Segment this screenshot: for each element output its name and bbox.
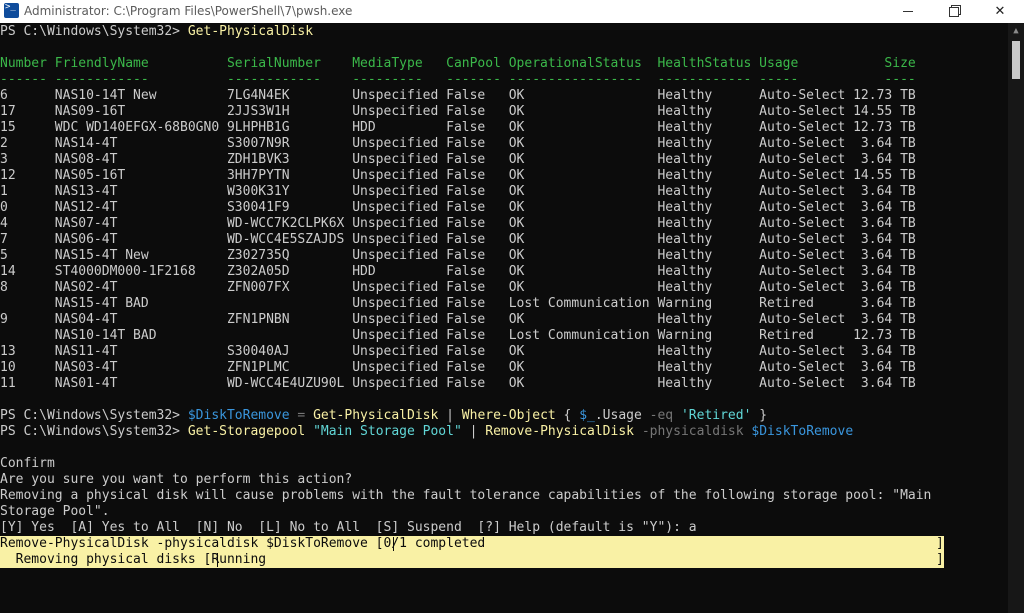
table-row: 17 NAS09-16T 2JJS3W1H Unspecified False …	[0, 104, 916, 119]
progress-activity: Remove-PhysicalDisk -physicaldisk $DiskT…	[0, 536, 384, 551]
confirm-options: [Y] Yes [A] Yes to All [N] No [L] No to …	[0, 520, 697, 535]
table-row: 4 NAS07-4T WD-WCC7K2CLPK6X Unspecified F…	[0, 216, 916, 231]
confirm-message: Removing a physical disk will cause prob…	[0, 488, 932, 503]
console-output[interactable]: PS C:\Windows\System32> Get-PhysicalDisk…	[0, 23, 1008, 613]
command: Get-PhysicalDisk	[187, 24, 314, 39]
confirm-question: Are you sure you want to perform this ac…	[0, 472, 353, 487]
command: Where-Object	[461, 408, 556, 423]
table-row: 3 NAS08-4T ZDH1BVK3 Unspecified False OK…	[0, 152, 916, 167]
variable: $DiskToRemove	[743, 424, 854, 439]
progress-bar: Remove-PhysicalDisk -physicaldisk $DiskT…	[0, 536, 944, 568]
cursor	[393, 537, 394, 551]
table-row: NAS15-4T BAD Unspecified False Lost Comm…	[0, 296, 916, 311]
pipe: |	[461, 424, 486, 439]
table-row: 6 NAS10-14T New 7LG4N4EK Unspecified Fal…	[0, 88, 916, 103]
prompt: PS C:\Windows\System32>	[0, 424, 188, 439]
table-row: 9 NAS04-4T ZFN1PNBN Unspecified False OK…	[0, 312, 916, 327]
variable: $DiskToRemove	[187, 408, 290, 423]
table-row: 8 NAS02-4T ZFN007FX Unspecified False OK…	[0, 280, 916, 295]
progress-line-1: Remove-PhysicalDisk -physicaldisk $DiskT…	[0, 536, 485, 552]
progress-line-2: Removing physical disks [Running	[0, 552, 266, 568]
command: Remove-PhysicalDisk	[485, 424, 634, 439]
table-row: 10 NAS03-4T ZFN1PLMC Unspecified False O…	[0, 360, 916, 375]
vertical-scrollbar[interactable]: ▲	[1008, 23, 1024, 613]
string-literal: 'Retired'	[673, 408, 752, 423]
brace: {	[555, 408, 580, 423]
string-literal: "Main Storage Pool"	[305, 424, 462, 439]
table-header: Number FriendlyName SerialNumber MediaTy…	[0, 56, 916, 71]
table-row: 14 ST4000DM000-1F2168 Z302A05D HDD False…	[0, 264, 916, 279]
progress-activity: Removing physical disks [	[0, 552, 212, 567]
progress-status: Running	[211, 552, 267, 567]
confirm-title: Confirm	[0, 456, 55, 471]
table-row: 12 NAS05-16T 3HH7PYTN Unspecified False …	[0, 168, 916, 183]
confirm-message: Storage Pool".	[0, 504, 110, 519]
table-row: NAS10-14T BAD Unspecified False Lost Com…	[0, 328, 916, 343]
scroll-up-icon[interactable]: ▲	[1008, 23, 1024, 39]
table-row: 0 NAS12-4T S30041F9 Unspecified False OK…	[0, 200, 916, 215]
maximize-icon	[949, 6, 959, 17]
brace: }	[751, 408, 768, 423]
prompt-line-1: PS C:\Windows\System32> Get-PhysicalDisk	[0, 24, 313, 40]
operator: =	[289, 408, 314, 423]
table-row: 11 NAS01-4T WD-WCC4E4UZU90L Unspecified …	[0, 376, 916, 391]
prompt-line-2: PS C:\Windows\System32> $DiskToRemove = …	[0, 408, 767, 424]
property: .Usage	[594, 408, 650, 423]
table-row: 7 NAS06-4T WD-WCC4E5SZAJDS Unspecified F…	[0, 232, 916, 247]
maximize-button[interactable]	[931, 0, 977, 23]
table-row: 13 NAS11-4T S30040AJ Unspecified False O…	[0, 344, 916, 359]
minimize-icon	[903, 11, 913, 12]
title-bar: Administrator: C:\Program Files\PowerShe…	[0, 0, 1024, 23]
progress-status: 0/1 completed	[383, 536, 486, 551]
table-row: 1 NAS13-4T W300K31Y Unspecified False OK…	[0, 184, 916, 199]
prompt: PS C:\Windows\System32>	[0, 408, 188, 423]
command: Get-PhysicalDisk	[313, 408, 439, 423]
table-row: 5 NAS15-4T New Z302735Q Unspecified Fals…	[0, 248, 916, 263]
parameter: -physicaldisk	[634, 424, 744, 439]
scrollbar-thumb[interactable]	[1012, 41, 1020, 79]
variable: $_	[579, 408, 595, 423]
table-header-underline: ------ ------------ ------------ -------…	[0, 72, 916, 87]
prompt: PS C:\Windows\System32>	[0, 24, 188, 39]
prompt-line-3: PS C:\Windows\System32> Get-Storagepool …	[0, 424, 853, 440]
pipe: |	[438, 408, 462, 423]
window-title: Administrator: C:\Program Files\PowerShe…	[24, 4, 353, 18]
close-button[interactable]: ✕	[977, 0, 1023, 23]
command: Get-Storagepool	[187, 424, 306, 439]
powershell-icon	[4, 2, 19, 18]
table-row: 2 NAS14-4T S3007N9R Unspecified False OK…	[0, 136, 916, 151]
cursor	[217, 553, 218, 567]
progress-bracket: ]	[936, 536, 944, 551]
operator: -eq	[649, 408, 674, 423]
minimize-button[interactable]	[885, 0, 931, 23]
progress-bracket: ]	[936, 552, 944, 567]
table-row: 15 WDC WD140EFGX-68B0GN0 9LHPHB1G HDD Fa…	[0, 120, 916, 135]
close-icon: ✕	[994, 4, 1006, 19]
